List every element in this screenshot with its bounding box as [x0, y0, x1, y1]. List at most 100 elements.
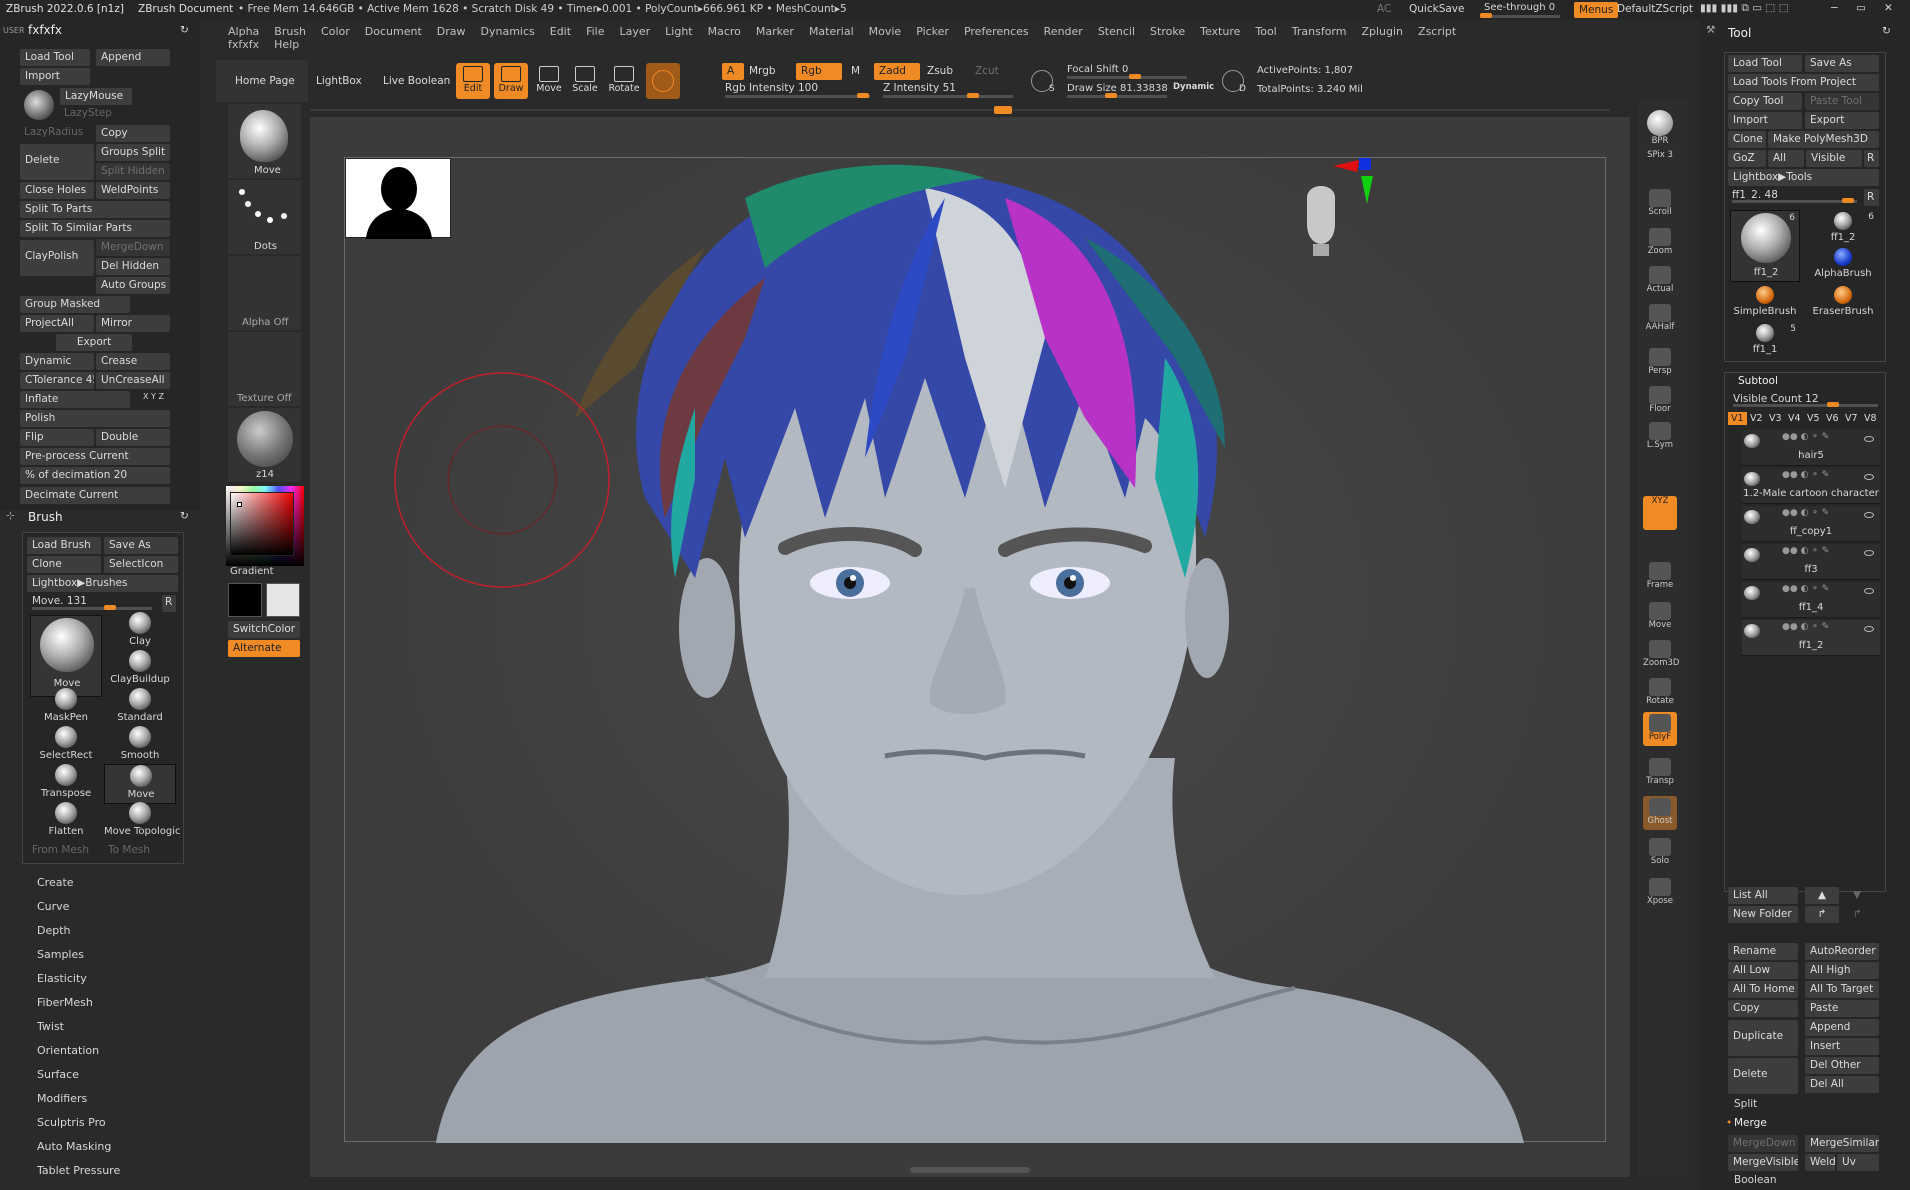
insert-subtool-button[interactable]: Insert	[1805, 1038, 1879, 1055]
rename-button[interactable]: Rename	[1728, 943, 1798, 960]
view-zoom[interactable]: Zoom	[1643, 226, 1677, 260]
brush-drag-icon[interactable]: ⊹	[6, 510, 15, 522]
model-viewport[interactable]	[345, 158, 1607, 1148]
menu-color[interactable]: Color	[321, 25, 350, 38]
append-button[interactable]: Append	[96, 49, 170, 66]
view-frame[interactable]: Frame	[1643, 560, 1677, 594]
subtool-toggles-icon[interactable]: ●● ◐ ⚬ ✎	[1782, 622, 1829, 632]
move-brush-track[interactable]	[32, 605, 152, 610]
draw-size-slider[interactable]: Draw Size 81.33838	[1067, 83, 1168, 94]
view-floor[interactable]: Floor	[1643, 384, 1677, 418]
menu-stencil[interactable]: Stencil	[1098, 25, 1135, 38]
lightbox-brushes-button[interactable]: Lightbox▶Brushes	[27, 575, 178, 592]
section-curve[interactable]: Curve	[37, 900, 69, 913]
tool-drag-icon[interactable]: ⚒	[1706, 24, 1715, 36]
uncreaseall-button[interactable]: UnCreaseAll	[96, 372, 170, 389]
a-toggle[interactable]: A	[722, 63, 744, 80]
crease-button[interactable]: Crease	[96, 353, 170, 370]
brush-clone-button[interactable]: Clone	[27, 556, 101, 573]
z-intensity-track[interactable]	[883, 93, 1013, 98]
close-icon[interactable]: ✕	[1884, 2, 1893, 14]
subtool-tab-v7[interactable]: V7	[1842, 412, 1861, 425]
focal-shift-slider[interactable]: Focal Shift 0	[1067, 64, 1128, 75]
menu-picker[interactable]: Picker	[916, 25, 949, 38]
split-hidden-button[interactable]: Split Hidden	[96, 163, 170, 180]
subtool-row[interactable]: ●● ◐ ⚬ ✎ hair5	[1742, 430, 1880, 466]
main-color-swatch[interactable]	[228, 583, 262, 617]
alpha-slot[interactable]: Alpha Off	[228, 256, 301, 330]
move-value-slider[interactable]: Move. 131	[32, 595, 87, 607]
gradient-label[interactable]: Gradient	[230, 566, 274, 577]
subtool-delete-button[interactable]: Delete	[1728, 1058, 1798, 1094]
maximize-icon[interactable]: ▭	[1856, 2, 1866, 14]
move-mode-button[interactable]: Move	[532, 63, 566, 99]
menu-render[interactable]: Render	[1044, 25, 1083, 38]
brush-slot[interactable]: Move	[228, 104, 301, 178]
mergedown-button[interactable]: MergeDown	[96, 239, 170, 256]
zsub-toggle[interactable]: Zsub	[922, 63, 968, 80]
flip-button[interactable]: Flip	[20, 429, 94, 446]
new-folder-button[interactable]: New Folder	[1728, 906, 1798, 923]
brush-refresh-icon[interactable]: ↻	[180, 510, 189, 522]
del-hidden-button[interactable]: Del Hidden	[96, 258, 170, 275]
menu-edit[interactable]: Edit	[550, 25, 571, 38]
split-similar-button[interactable]: Split To Similar Parts	[20, 220, 170, 237]
split-to-parts-button[interactable]: Split To Parts	[20, 201, 170, 218]
menu-draw[interactable]: Draw	[437, 25, 466, 38]
xyz-toggle[interactable]: X Y Z	[143, 392, 164, 401]
draw-mode-button[interactable]: Draw	[494, 63, 528, 99]
color-cursor-icon[interactable]	[237, 502, 242, 507]
m-toggle[interactable]: M	[846, 63, 870, 80]
section-tablet-pressure[interactable]: Tablet Pressure	[37, 1164, 120, 1177]
eye-icon[interactable]	[1864, 626, 1874, 632]
copy-button[interactable]: Copy	[96, 125, 170, 142]
preprocess-button[interactable]: Pre-process Current	[20, 448, 170, 465]
stroke-slot[interactable]: Dots	[228, 180, 301, 254]
section-depth[interactable]: Depth	[37, 924, 71, 937]
zscript-label[interactable]: DefaultZScript	[1617, 3, 1693, 15]
section-samples[interactable]: Samples	[37, 948, 84, 961]
subtool-row[interactable]: ●● ◐ ⚬ ✎ ff3	[1742, 544, 1880, 580]
subtool-toggles-icon[interactable]: ●● ◐ ⚬ ✎	[1782, 584, 1829, 594]
menu-zscript[interactable]: Zscript	[1418, 25, 1456, 38]
selecticon-button[interactable]: SelectIcon	[104, 556, 178, 573]
tool-export-button[interactable]: Export	[1805, 112, 1879, 129]
axis-gizmo-icon[interactable]	[1333, 158, 1379, 208]
rotate-mode-button[interactable]: Rotate	[607, 63, 641, 99]
decimate-button[interactable]: Decimate Current	[20, 487, 170, 504]
brush-move[interactable]: Move	[104, 764, 176, 804]
live-boolean-button[interactable]: Live Boolean	[378, 73, 458, 90]
refresh-icon[interactable]: ↻	[180, 24, 189, 36]
menu-material[interactable]: Material	[809, 25, 854, 38]
lazymouse-icon[interactable]	[24, 90, 54, 120]
view-move[interactable]: Move	[1643, 600, 1677, 634]
goz-all-button[interactable]: All	[1768, 150, 1804, 167]
decimation-slider[interactable]: % of decimation 20	[20, 467, 170, 484]
move-up-icon[interactable]: ▲	[1805, 887, 1839, 904]
tool-thumb-ff1_2[interactable]: ff1_2 6	[1730, 210, 1800, 282]
bottom-scroll-handle[interactable]	[910, 1167, 1030, 1173]
lazyradius-label[interactable]: LazyRadius	[24, 126, 83, 138]
menu-texture[interactable]: Texture	[1200, 25, 1240, 38]
uv-button[interactable]: Uv	[1837, 1154, 1879, 1171]
boolean-section[interactable]: Boolean	[1734, 1174, 1777, 1186]
duplicate-button[interactable]: Duplicate	[1728, 1020, 1798, 1056]
view-transp[interactable]: Transp	[1643, 756, 1677, 790]
menus-toggle[interactable]: Menus	[1574, 2, 1619, 18]
tool-r-button[interactable]: R	[1864, 189, 1879, 206]
tool-save-as-button[interactable]: Save As	[1805, 55, 1879, 72]
alternate-button[interactable]: Alternate	[228, 640, 300, 657]
quicksave-button[interactable]: QuickSave	[1409, 3, 1464, 15]
load-brush-button[interactable]: Load Brush	[27, 537, 101, 554]
goz-visible-button[interactable]: Visible	[1806, 150, 1862, 167]
switchcolor-button[interactable]: SwitchColor	[228, 621, 300, 638]
double-button[interactable]: Double	[96, 429, 170, 446]
silhouette-preview[interactable]	[345, 158, 451, 239]
view-zoom3d[interactable]: Zoom3D	[1643, 638, 1679, 672]
tool-clone-button[interactable]: Clone	[1728, 131, 1766, 148]
gizmo-button[interactable]	[646, 63, 680, 99]
auto-groups-button[interactable]: Auto Groups	[96, 277, 170, 294]
subtool-row[interactable]: ●● ◐ ⚬ ✎ ff1_2	[1742, 620, 1880, 656]
color-picker[interactable]	[226, 486, 304, 566]
scale-mode-button[interactable]: Scale	[568, 63, 602, 99]
